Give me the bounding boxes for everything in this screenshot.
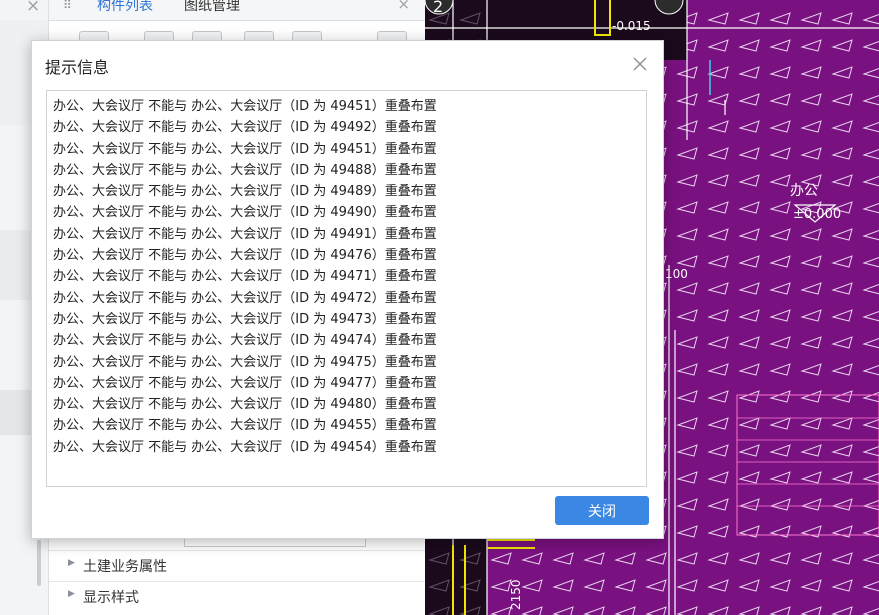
close-icon[interactable]: × [26,0,40,16]
message-line: 办公、大会议厅 不能与 办公、大会议厅（ID 为 49451）重叠布置 [53,141,437,157]
message-line: 办公、大会议厅 不能与 办公、大会议厅（ID 为 49477）重叠布置 [53,375,437,391]
tab-component-list[interactable]: 构件列表 [97,0,153,15]
message-line: 办公、大会议厅 不能与 办公、大会议厅（ID 为 49491）重叠布置 [53,226,437,242]
info-dialog: 提示信息 办公、大会议厅 不能与 办公、大会议厅（ID 为 49451）重叠布置… [31,40,664,539]
scrollbar[interactable] [37,540,41,586]
tab-drawing-management[interactable]: 图纸管理 [184,0,240,15]
message-line: 办公、大会议厅 不能与 办公、大会议厅（ID 为 49472）重叠布置 [53,290,437,306]
message-list: 办公、大会议厅 不能与 办公、大会议厅（ID 为 49451）重叠布置 办公、大… [53,96,437,458]
property-group-label: 土建业务属性 [83,559,167,575]
property-group-display[interactable]: ▶ 显示样式 [49,581,426,612]
dialog-title: 提示信息 [45,58,110,77]
message-line: 办公、大会议厅 不能与 办公、大会议厅（ID 为 49451）重叠布置 [53,99,437,114]
message-line: 办公、大会议厅 不能与 办公、大会议厅（ID 为 49490）重叠布置 [53,205,437,221]
property-group-label: 显示样式 [83,590,139,606]
message-box[interactable]: 办公、大会议厅 不能与 办公、大会议厅（ID 为 49451）重叠布置 办公、大… [46,90,647,487]
message-line: 办公、大会议厅 不能与 办公、大会议厅（ID 为 49489）重叠布置 [53,184,437,200]
close-icon[interactable]: × [397,0,410,13]
message-line: 办公、大会议厅 不能与 办公、大会议厅（ID 为 49488）重叠布置 [53,162,437,178]
elevation-label: -0.015 [612,19,651,33]
message-line: 办公、大会议厅 不能与 办公、大会议厅（ID 为 49476）重叠布置 [53,248,437,264]
message-line: 办公、大会议厅 不能与 办公、大会议厅（ID 为 49474）重叠布置 [53,333,437,349]
message-line: 办公、大会议厅 不能与 办公、大会议厅（ID 为 49473）重叠布置 [53,311,437,327]
message-line: 办公、大会议厅 不能与 办公、大会议厅（ID 为 49475）重叠布置 [53,354,437,370]
message-line: 办公、大会议厅 不能与 办公、大会议厅（ID 为 49480）重叠布置 [53,397,437,413]
message-line: 办公、大会议厅 不能与 办公、大会议厅（ID 为 49454）重叠布置 [53,439,437,455]
message-line: 办公、大会议厅 不能与 办公、大会议厅（ID 为 49471）重叠布置 [53,269,437,285]
panel-tab-bar: ⠿ 构件列表 图纸管理 × [49,0,426,21]
axis-label: 2 [433,0,443,16]
room-label: 办公 [790,183,818,199]
elevation-label: ±0.000 [793,207,841,222]
close-icon[interactable] [630,54,650,74]
property-group-civil[interactable]: ▶ 土建业务属性 [49,550,426,581]
dimension-label: 100 [665,267,688,281]
dimension-label: 2150 [509,579,523,610]
message-line: 办公、大会议厅 不能与 办公、大会议厅（ID 为 49455）重叠布置 [53,418,437,434]
message-line: 办公、大会议厅 不能与 办公、大会议厅（ID 为 49492）重叠布置 [53,120,437,136]
close-button[interactable]: 关闭 [555,496,649,525]
chevron-right-icon: ▶ [68,589,75,599]
chevron-right-icon: ▶ [68,558,75,568]
drag-handle-icon[interactable]: ⠿ [63,0,73,12]
